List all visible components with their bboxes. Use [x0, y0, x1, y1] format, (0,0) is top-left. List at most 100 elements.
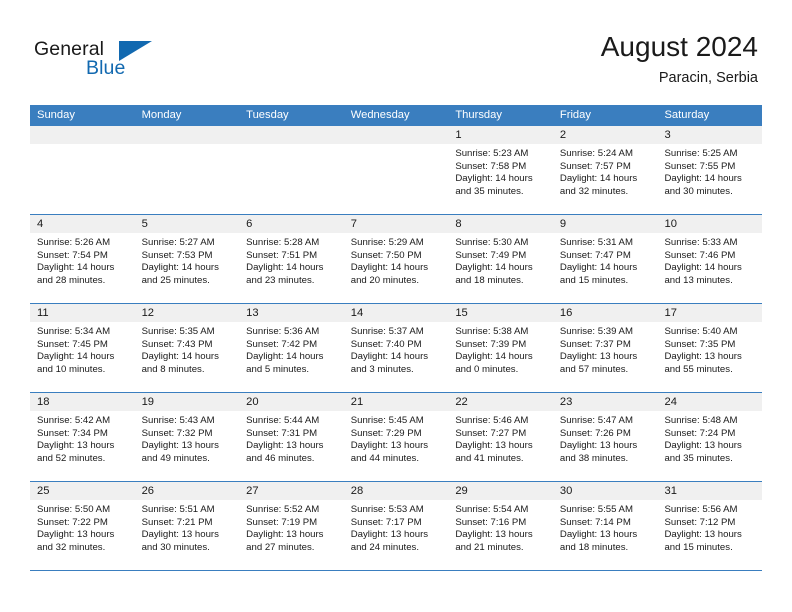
day-number: 27 [239, 482, 344, 500]
general-blue-logo[interactable]: General Blue [34, 38, 174, 88]
day-cell-26[interactable]: 26 Sunrise: 5:51 AM Sunset: 7:21 PM Dayligh… [134, 482, 240, 570]
day-details: Sunrise: 5:30 AM Sunset: 7:49 PM Daylight:… [448, 233, 553, 287]
day-detail-line: Sunset: 7:22 PM [37, 516, 108, 528]
day-detail-line: Daylight: 14 hours [141, 262, 219, 274]
day-cell-13[interactable]: 13 Sunrise: 5:36 AM Sunset: 7:42 PM Dayligh… [239, 304, 344, 392]
day-cell-18[interactable]: 18 Sunrise: 5:42 AM Sunset: 7:34 PM Dayligh… [30, 393, 135, 481]
day-cell-20[interactable]: 20 Sunrise: 5:44 AM Sunset: 7:31 PM Dayligh… [239, 393, 344, 481]
day-detail-line: and 32 minutes. [559, 185, 629, 197]
day-detail-line: Daylight: 13 hours [559, 440, 638, 452]
day-detail-line: Daylight: 13 hours [664, 529, 742, 541]
day-cell-17[interactable]: 17 Sunrise: 5:40 AM Sunset: 7:35 PM Dayligh… [657, 304, 763, 392]
day-detail-line: and 3 minutes. [350, 363, 414, 375]
day-cell-1[interactable]: 1 Sunrise: 5:23 AM Sunset: 7:58 PM Daylight… [448, 126, 553, 214]
day-cell-7[interactable]: 7 Sunrise: 5:29 AM Sunset: 7:50 PM Daylight… [343, 215, 449, 303]
day-cell-8[interactable]: 8 Sunrise: 5:30 AM Sunset: 7:49 PM Daylight… [448, 215, 553, 303]
day-detail-line: and 21 minutes. [455, 541, 524, 553]
day-detail-line: and 23 minutes. [246, 274, 315, 286]
day-detail-line: Daylight: 13 hours [246, 529, 324, 541]
day-details: Sunrise: 5:42 AM Sunset: 7:34 PM Daylight:… [30, 411, 135, 465]
weekday-header-friday: Friday [559, 109, 591, 121]
day-detail-line: Daylight: 13 hours [350, 440, 429, 452]
day-cell-5[interactable]: 5 Sunrise: 5:27 AM Sunset: 7:53 PM Daylight… [134, 215, 240, 303]
day-cell-27[interactable]: 27 Sunrise: 5:52 AM Sunset: 7:19 PM Dayligh… [239, 482, 344, 570]
day-cell-3[interactable]: 3 Sunrise: 5:25 AM Sunset: 7:55 PM Daylight… [657, 126, 763, 214]
day-details: Sunrise: 5:51 AM Sunset: 7:21 PM Daylight:… [135, 500, 240, 554]
day-cell-11[interactable]: 11 Sunrise: 5:34 AM Sunset: 7:45 PM Dayligh… [30, 304, 135, 392]
day-detail-line: and 30 minutes. [664, 185, 733, 197]
day-cell-6[interactable]: 6 Sunrise: 5:28 AM Sunset: 7:51 PM Daylight… [239, 215, 344, 303]
day-cell-15[interactable]: 15 Sunrise: 5:38 AM Sunset: 7:39 PM Dayligh… [448, 304, 553, 392]
day-number: 12 [134, 304, 240, 322]
day-number: 29 [448, 482, 553, 500]
day-cell-2[interactable]: 2 Sunrise: 5:24 AM Sunset: 7:57 PM Daylight… [552, 126, 658, 214]
day-detail-line: Sunset: 7:45 PM [37, 338, 108, 350]
day-number: 5 [134, 215, 240, 233]
day-number: 17 [657, 304, 763, 322]
day-detail-line: and 38 minutes. [559, 452, 629, 464]
day-cell-19[interactable]: 19 Sunrise: 5:43 AM Sunset: 7:32 PM Dayligh… [134, 393, 240, 481]
day-detail-line: and 52 minutes. [37, 452, 106, 464]
day-detail-line: Daylight: 13 hours [455, 529, 533, 541]
day-details: Sunrise: 5:52 AM Sunset: 7:19 PM Daylight:… [239, 500, 344, 554]
day-details: Sunrise: 5:23 AM Sunset: 7:58 PM Daylight:… [448, 144, 553, 198]
day-details: Sunrise: 5:36 AM Sunset: 7:42 PM Daylight:… [239, 322, 344, 376]
day-detail-line: Sunrise: 5:28 AM [246, 237, 320, 248]
title-block: August 2024 Paracin, Serbia [601, 30, 758, 88]
day-detail-line: Sunrise: 5:44 AM [246, 415, 320, 426]
day-number: 6 [239, 215, 344, 233]
calendar-week-row: 11 Sunrise: 5:34 AM Sunset: 7:45 PM Dayligh… [30, 304, 763, 393]
calendar-week-row: 1 Sunrise: 5:23 AM Sunset: 7:58 PM Daylight… [30, 126, 763, 215]
day-detail-line: Sunset: 7:16 PM [455, 516, 527, 528]
day-detail-line: Sunrise: 5:48 AM [664, 415, 738, 426]
day-cell-22[interactable]: 22 Sunrise: 5:46 AM Sunset: 7:27 PM Dayligh… [448, 393, 553, 481]
day-number: 20 [239, 393, 344, 411]
day-cell-30[interactable]: 30 Sunrise: 5:55 AM Sunset: 7:14 PM Dayligh… [552, 482, 658, 570]
day-details: Sunrise: 5:56 AM Sunset: 7:12 PM Daylight:… [657, 500, 762, 554]
day-detail-line: Sunrise: 5:33 AM [664, 237, 738, 248]
day-detail-line: Sunrise: 5:42 AM [37, 415, 111, 426]
weekday-header-monday: Monday [141, 109, 182, 121]
day-number: 21 [343, 393, 449, 411]
day-detail-line: and 30 minutes. [141, 541, 210, 553]
day-cell-24[interactable]: 24 Sunrise: 5:48 AM Sunset: 7:24 PM Dayligh… [657, 393, 763, 481]
day-detail-line: Daylight: 13 hours [37, 529, 115, 541]
day-cell-28[interactable]: 28 Sunrise: 5:53 AM Sunset: 7:17 PM Dayligh… [343, 482, 449, 570]
day-detail-line: Sunrise: 5:29 AM [350, 237, 424, 248]
day-number: 9 [552, 215, 658, 233]
day-detail-line: Sunset: 7:55 PM [664, 160, 736, 172]
day-cell-empty [239, 126, 344, 214]
day-detail-line: and 20 minutes. [350, 274, 420, 286]
day-cell-12[interactable]: 12 Sunrise: 5:35 AM Sunset: 7:43 PM Dayligh… [134, 304, 240, 392]
day-cell-25[interactable]: 25 Sunrise: 5:50 AM Sunset: 7:22 PM Dayligh… [30, 482, 135, 570]
day-cell-16[interactable]: 16 Sunrise: 5:39 AM Sunset: 7:37 PM Dayligh… [552, 304, 658, 392]
page-subtitle-location: Paracin, Serbia [658, 70, 758, 86]
day-details [30, 144, 135, 148]
day-details [344, 144, 449, 148]
day-detail-line: Sunrise: 5:47 AM [559, 415, 633, 426]
day-details: Sunrise: 5:26 AM Sunset: 7:54 PM Daylight:… [30, 233, 135, 287]
day-cell-29[interactable]: 29 Sunrise: 5:54 AM Sunset: 7:16 PM Dayligh… [448, 482, 553, 570]
day-detail-line: and 35 minutes. [664, 452, 733, 464]
day-cell-9[interactable]: 9 Sunrise: 5:31 AM Sunset: 7:47 PM Daylight… [552, 215, 658, 303]
day-cell-4[interactable]: 4 Sunrise: 5:26 AM Sunset: 7:54 PM Daylight… [30, 215, 135, 303]
day-detail-line: Sunrise: 5:46 AM [455, 415, 529, 426]
day-details: Sunrise: 5:38 AM Sunset: 7:39 PM Daylight:… [448, 322, 553, 376]
day-cell-empty [134, 126, 240, 214]
day-cell-14[interactable]: 14 Sunrise: 5:37 AM Sunset: 7:40 PM Dayligh… [343, 304, 449, 392]
day-number [134, 126, 240, 144]
day-cell-21[interactable]: 21 Sunrise: 5:45 AM Sunset: 7:29 PM Dayligh… [343, 393, 449, 481]
day-details: Sunrise: 5:53 AM Sunset: 7:17 PM Daylight:… [344, 500, 449, 554]
day-detail-line: Sunset: 7:29 PM [350, 427, 422, 439]
day-number: 8 [448, 215, 553, 233]
day-cell-31[interactable]: 31 Sunrise: 5:56 AM Sunset: 7:12 PM Dayligh… [657, 482, 763, 570]
calendar-week-row: 25 Sunrise: 5:50 AM Sunset: 7:22 PM Dayligh… [30, 482, 763, 571]
day-detail-line: Daylight: 14 hours [664, 262, 742, 274]
day-cell-10[interactable]: 10 Sunrise: 5:33 AM Sunset: 7:46 PM Dayligh… [657, 215, 763, 303]
day-detail-line: Sunrise: 5:40 AM [664, 326, 738, 337]
day-detail-line: Sunset: 7:31 PM [246, 427, 318, 439]
day-cell-23[interactable]: 23 Sunrise: 5:47 AM Sunset: 7:26 PM Dayligh… [552, 393, 658, 481]
day-detail-line: and 46 minutes. [246, 452, 315, 464]
day-number: 11 [30, 304, 135, 322]
day-detail-line: Sunset: 7:24 PM [664, 427, 736, 439]
